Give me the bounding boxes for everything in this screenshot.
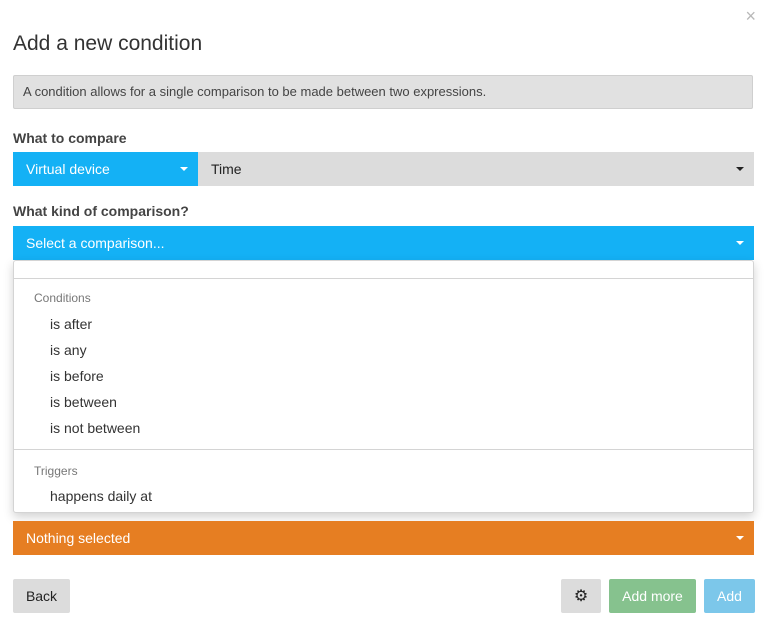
- dropdown-group-header: Triggers: [34, 464, 78, 478]
- info-alert: A condition allows for a single comparis…: [13, 75, 753, 109]
- comparison-select[interactable]: Select a comparison...: [13, 226, 754, 260]
- compare-source-value: Virtual device: [26, 161, 110, 177]
- chevron-down-icon: [736, 167, 744, 171]
- dropdown-item[interactable]: is not between: [50, 420, 140, 436]
- dropdown-divider: [14, 449, 753, 450]
- close-icon[interactable]: ×: [745, 6, 756, 26]
- value-select[interactable]: Nothing selected: [13, 521, 754, 555]
- what-to-compare-label: What to compare: [13, 130, 127, 146]
- comparison-dropdown-menu: Conditions is after is any is before is …: [13, 260, 754, 513]
- back-button[interactable]: Back: [13, 579, 70, 613]
- dropdown-item[interactable]: is before: [50, 368, 104, 384]
- comparison-kind-label: What kind of comparison?: [13, 203, 189, 219]
- compare-target-value: Time: [211, 161, 242, 177]
- settings-button[interactable]: ⚙: [561, 579, 601, 613]
- dropdown-item[interactable]: is any: [50, 342, 87, 358]
- comparison-placeholder: Select a comparison...: [26, 235, 165, 251]
- gear-icon: ⚙: [573, 588, 589, 605]
- add-more-button[interactable]: Add more: [609, 579, 696, 613]
- value-select-text: Nothing selected: [26, 530, 131, 546]
- dropdown-item[interactable]: happens daily at: [50, 488, 152, 504]
- chevron-down-icon: [180, 167, 188, 171]
- dropdown-group-header: Conditions: [34, 291, 91, 305]
- compare-source-select[interactable]: Virtual device: [13, 152, 198, 186]
- compare-target-select[interactable]: Time: [198, 152, 754, 186]
- dropdown-search-input[interactable]: [14, 261, 753, 279]
- add-button[interactable]: Add: [704, 579, 755, 613]
- chevron-down-icon: [736, 536, 744, 540]
- dropdown-item[interactable]: is between: [50, 394, 117, 410]
- dropdown-item[interactable]: is after: [50, 316, 92, 332]
- dialog-title: Add a new condition: [13, 32, 203, 55]
- chevron-down-icon: [736, 241, 744, 245]
